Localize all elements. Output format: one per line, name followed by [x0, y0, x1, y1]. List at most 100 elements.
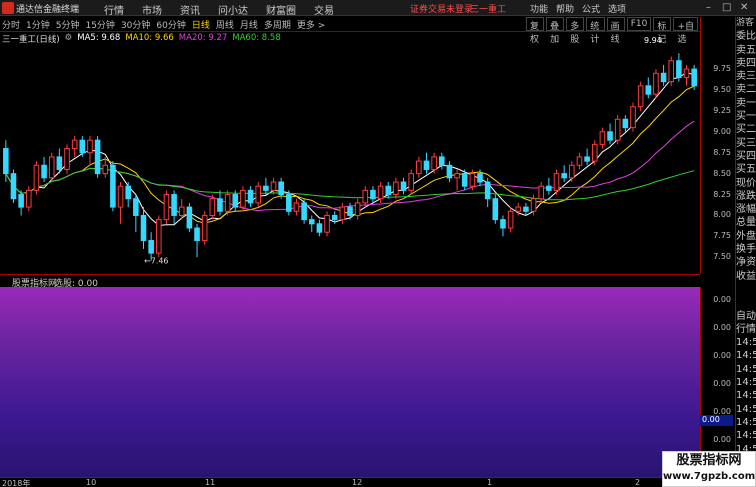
indicator-header: 股票指标网 选股: 0.00: [0, 274, 700, 289]
app-logo-icon: [2, 2, 14, 14]
candle-body: [530, 198, 537, 212]
candle-body: [507, 210, 514, 229]
tool-button-3[interactable]: 统计: [586, 17, 605, 45]
maximize-icon[interactable]: □: [722, 2, 731, 13]
top-right-item-1[interactable]: 帮助: [556, 2, 574, 15]
candle-body: [18, 194, 24, 208]
tool-button-0[interactable]: 复权: [526, 17, 545, 45]
ma60-line: [5, 167, 695, 201]
ind-tick-5: 0.00: [713, 435, 731, 444]
right-panel-item-29: 14:50: [736, 403, 756, 415]
candle-body: [438, 156, 445, 166]
top-right-menu: 功能 帮助 公式 选项: [530, 2, 634, 15]
tool-button-6[interactable]: 标记: [653, 17, 672, 45]
candle-body: [637, 85, 644, 108]
top-right-item-0[interactable]: 功能: [530, 2, 548, 15]
price-axis: 9.75 9.50 9.25 9.00 8.75 8.50 8.25 8.00 7.75 7.50: [700, 17, 734, 274]
tool-button-2[interactable]: 多股: [566, 17, 585, 45]
candle-body: [133, 198, 139, 216]
candlestick-chart[interactable]: ←7.46: [0, 44, 700, 274]
menu-item-5[interactable]: 交易: [314, 2, 334, 17]
candle-body: [630, 106, 636, 129]
right-panel-item-6: 卖一: [736, 97, 756, 109]
price-tick-1: 9.50: [713, 85, 731, 94]
right-panel-item-11: 买五: [736, 164, 756, 176]
price-tick-5: 8.50: [713, 168, 731, 178]
candle-body: [446, 164, 453, 179]
top-right-item-3[interactable]: 选项: [608, 2, 626, 15]
candle-body: [163, 194, 170, 221]
right-panel-item-18: 净资: [736, 257, 756, 269]
main-menu: 行情 市场 资讯 问小达 财富圈 交易: [104, 2, 352, 17]
right-panel-item-10: 买四: [736, 150, 756, 162]
menu-item-0[interactable]: 行情: [104, 2, 124, 17]
period-tab-3[interactable]: 15分钟: [85, 18, 114, 31]
candle-body: [117, 185, 124, 208]
candle-body: [102, 164, 109, 175]
price-tick-4: 8.75: [713, 147, 731, 157]
menu-item-1[interactable]: 市场: [142, 2, 162, 17]
candle-body: [171, 194, 177, 216]
candle-body: [553, 173, 560, 191]
right-panel-item-0: 游客: [736, 18, 755, 28]
candle-body: [683, 68, 690, 78]
period-tab-0[interactable]: 分时: [2, 18, 20, 31]
tool-button-4[interactable]: 画线: [606, 17, 625, 45]
menu-item-3[interactable]: 问小达: [218, 2, 248, 17]
right-panel-item-30: 14:50: [736, 416, 756, 428]
price-tick-0: 9.75: [713, 64, 731, 74]
price-tick-6: 8.25: [713, 189, 731, 199]
period-tab-2[interactable]: 5分钟: [56, 18, 80, 31]
period-tab-9[interactable]: 多周期: [264, 18, 291, 31]
candle-body: [217, 198, 223, 212]
candle-body: [263, 185, 269, 191]
top-right-item-2[interactable]: 公式: [582, 2, 600, 15]
candle-body: [10, 173, 17, 200]
candle-body: [301, 202, 307, 221]
right-panel-item-7: 买一: [736, 111, 756, 123]
login-status[interactable]: 证券交易未登录: [410, 2, 473, 15]
close-icon[interactable]: ✕: [740, 2, 748, 13]
candle-body: [270, 181, 277, 191]
right-panel-item-12: 现价: [736, 177, 756, 189]
indicator-panel[interactable]: [0, 287, 700, 477]
minimize-icon[interactable]: –: [706, 2, 711, 13]
period-tab-6[interactable]: 日线: [192, 18, 210, 31]
candle-body: [377, 185, 384, 200]
candle-body: [461, 173, 468, 187]
period-tab-5[interactable]: 60分钟: [156, 18, 185, 31]
period-tab-10[interactable]: 更多 >: [297, 18, 325, 31]
candle-body: [3, 148, 9, 175]
indicator-value-box: 0.00: [700, 415, 733, 426]
candle-body: [653, 72, 659, 95]
tool-button-1[interactable]: 叠加: [546, 17, 565, 45]
candle-body: [454, 173, 460, 179]
right-panel-item-27: 14:50: [736, 377, 756, 389]
right-panel-item-28: 14:50: [736, 390, 756, 402]
stock-name-top: 三一重工: [470, 5, 507, 15]
period-tab-1[interactable]: 1分钟: [26, 18, 50, 31]
candle-body: [194, 227, 200, 242]
tool-button-7[interactable]: +自选: [673, 17, 699, 45]
candle-body: [33, 164, 40, 191]
candle-body: [155, 219, 162, 254]
menu-item-2[interactable]: 资讯: [180, 2, 200, 17]
right-panel-item-5: 卖二: [736, 84, 756, 96]
period-toolbar: 分时 1分钟 5分钟 15分钟 30分钟 60分钟 日线 周线 月线 多周期 更多 > 复权 叠加 多股…: [0, 17, 700, 45]
right-panel-item-2: 卖五: [736, 44, 756, 56]
chart-tools: 复权 叠加 多股 统计 画线 F10 标记 +自选: [526, 17, 700, 45]
menu-item-4[interactable]: 财富圈: [266, 2, 296, 17]
time-tick-1: 10: [86, 478, 97, 487]
period-tab-7[interactable]: 周线: [216, 18, 234, 31]
tool-button-5[interactable]: F10: [626, 17, 652, 31]
candle-body: [431, 156, 437, 170]
ind-tick-0: 0.00: [713, 295, 731, 304]
candle-body: [87, 139, 93, 154]
candle-body: [41, 164, 47, 179]
right-panel-item-19: 收益: [736, 270, 756, 282]
candle-body: [691, 68, 697, 87]
period-tab-8[interactable]: 月线: [240, 18, 258, 31]
ma10-line: [5, 85, 695, 224]
period-tab-4[interactable]: 30分钟: [121, 18, 150, 31]
time-tick-5: 2: [635, 478, 641, 487]
